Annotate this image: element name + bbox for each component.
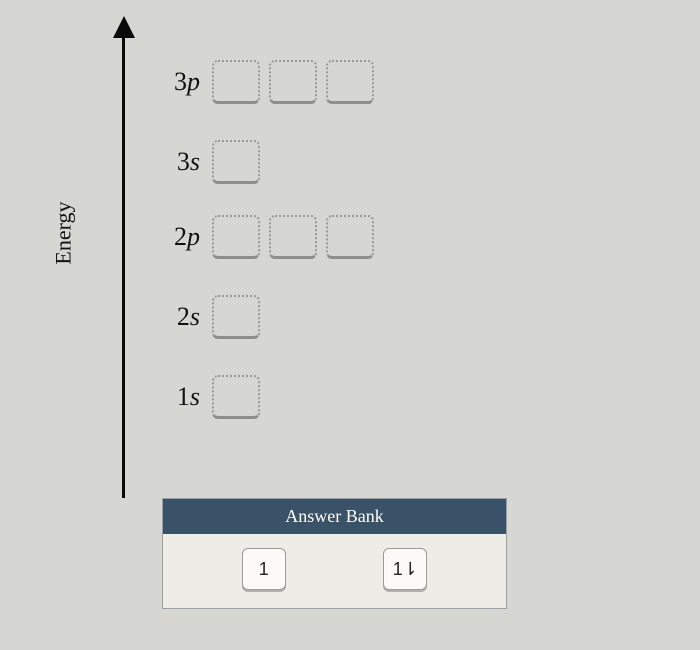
orbital-level-3p: 3p xyxy=(150,60,374,104)
orbital-level-label: 2p xyxy=(150,222,200,252)
orbital-drop-slot[interactable] xyxy=(269,215,317,259)
orbital-level-label: 3s xyxy=(150,147,200,177)
orbital-drop-slot[interactable] xyxy=(212,375,260,419)
orbital-drop-slot[interactable] xyxy=(269,60,317,104)
orbital-level-label: 1s xyxy=(150,382,200,412)
energy-axis-label: Energy xyxy=(51,201,77,264)
orbital-level-1s: 1s xyxy=(150,375,260,419)
orbital-drop-slot[interactable] xyxy=(212,295,260,339)
orbital-drop-slot[interactable] xyxy=(212,140,260,184)
orbital-drop-slot[interactable] xyxy=(212,60,260,104)
orbital-box-group xyxy=(212,375,260,419)
energy-axis-arrowhead-icon xyxy=(113,16,135,38)
orbital-drop-slot[interactable] xyxy=(326,60,374,104)
orbital-box-group xyxy=(212,295,260,339)
answer-tile[interactable]: 1 xyxy=(242,548,286,590)
orbital-level-3s: 3s xyxy=(150,140,260,184)
orbital-level-2p: 2p xyxy=(150,215,374,259)
energy-axis-line xyxy=(122,28,125,498)
orbital-level-label: 2s xyxy=(150,302,200,332)
answer-bank-title: Answer Bank xyxy=(163,499,506,534)
answer-tile[interactable]: 1⇂ xyxy=(383,548,427,590)
orbital-box-group xyxy=(212,60,374,104)
orbital-diagram: Energy 3p 3s 2p 2s 1s Answer Bank 1 1⇂ xyxy=(40,20,660,630)
answer-bank-body: 1 1⇂ xyxy=(163,534,506,608)
orbital-level-label: 3p xyxy=(150,67,200,97)
orbital-drop-slot[interactable] xyxy=(326,215,374,259)
orbital-drop-slot[interactable] xyxy=(212,215,260,259)
orbital-level-2s: 2s xyxy=(150,295,260,339)
orbital-box-group xyxy=(212,215,374,259)
answer-bank: Answer Bank 1 1⇂ xyxy=(162,498,507,609)
orbital-box-group xyxy=(212,140,260,184)
